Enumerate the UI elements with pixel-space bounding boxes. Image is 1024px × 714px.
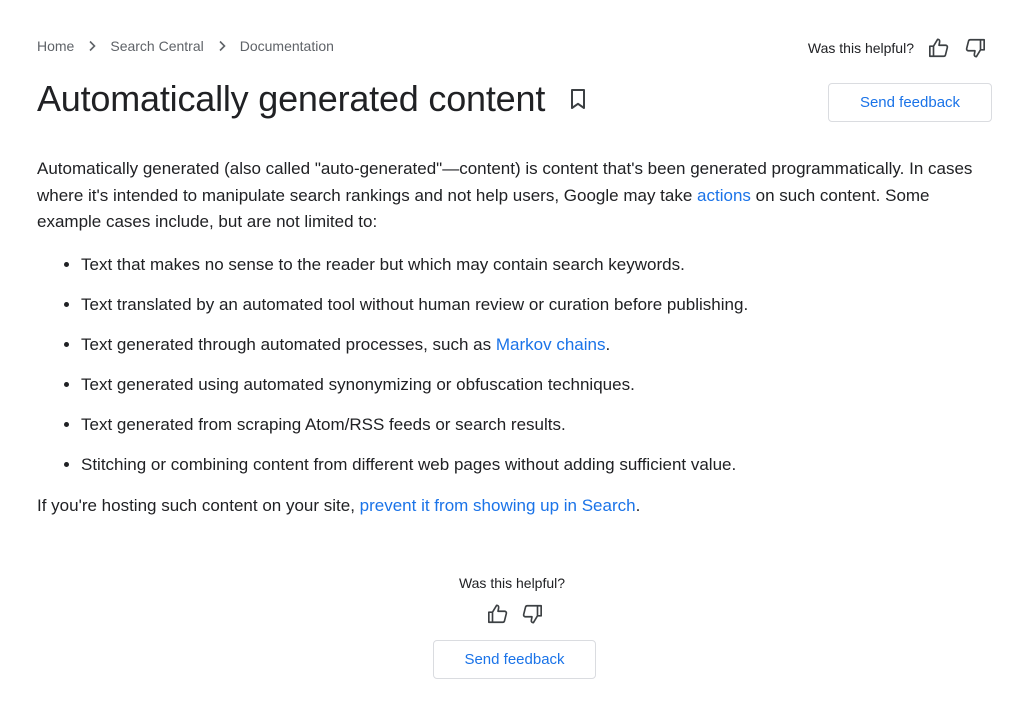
thumb-up-icon[interactable] [928,37,950,59]
breadcrumb-search-central[interactable]: Search Central [110,38,203,54]
article-body: Automatically generated (also called "au… [37,156,987,520]
list-item-text-end: . [605,334,611,354]
breadcrumb-home[interactable]: Home [37,38,74,54]
list-item-text: Text generated through automated process… [81,334,496,354]
helpful-question: Was this helpful? [807,40,914,56]
send-feedback-button-bottom[interactable]: Send feedback [433,640,596,679]
breadcrumb-documentation[interactable]: Documentation [240,38,334,54]
helpful-widget-top: Was this helpful? [808,37,986,59]
chevron-right-icon [219,40,226,52]
footer-paragraph: If you're hosting such content on your s… [37,493,987,520]
footer-text-end: . [635,496,641,515]
helpful-widget-bottom [487,603,543,625]
intro-paragraph: Automatically generated (also called "au… [37,156,987,236]
actions-link[interactable]: actions [697,186,751,205]
helpful-question-bottom: Was this helpful? [458,575,566,591]
examples-list: Text that makes no sense to the reader b… [37,252,987,479]
list-item: Stitching or combining content from diff… [81,452,987,479]
breadcrumb: Home Search Central Documentation [37,38,334,54]
thumb-down-icon[interactable] [964,37,986,59]
footer-text: If you're hosting such content on your s… [37,496,360,515]
list-item: Text generated using automated synonymiz… [81,372,987,399]
list-item: Text generated from scraping Atom/RSS fe… [81,412,987,439]
list-item: Text that makes no sense to the reader b… [81,252,987,279]
thumb-up-icon[interactable] [487,603,509,625]
send-feedback-button[interactable]: Send feedback [828,83,992,122]
chevron-right-icon [89,40,96,52]
markov-chains-link[interactable]: Markov chains [496,335,606,354]
bookmark-icon[interactable] [567,87,589,111]
prevent-search-link[interactable]: prevent it from showing up in Search [360,496,636,515]
list-item: Text translated by an automated tool wit… [81,292,987,319]
list-item: Text generated through automated process… [81,332,987,359]
thumb-down-icon[interactable] [521,603,543,625]
title-row: Automatically generated content [37,78,589,120]
page-title: Automatically generated content [37,78,546,119]
